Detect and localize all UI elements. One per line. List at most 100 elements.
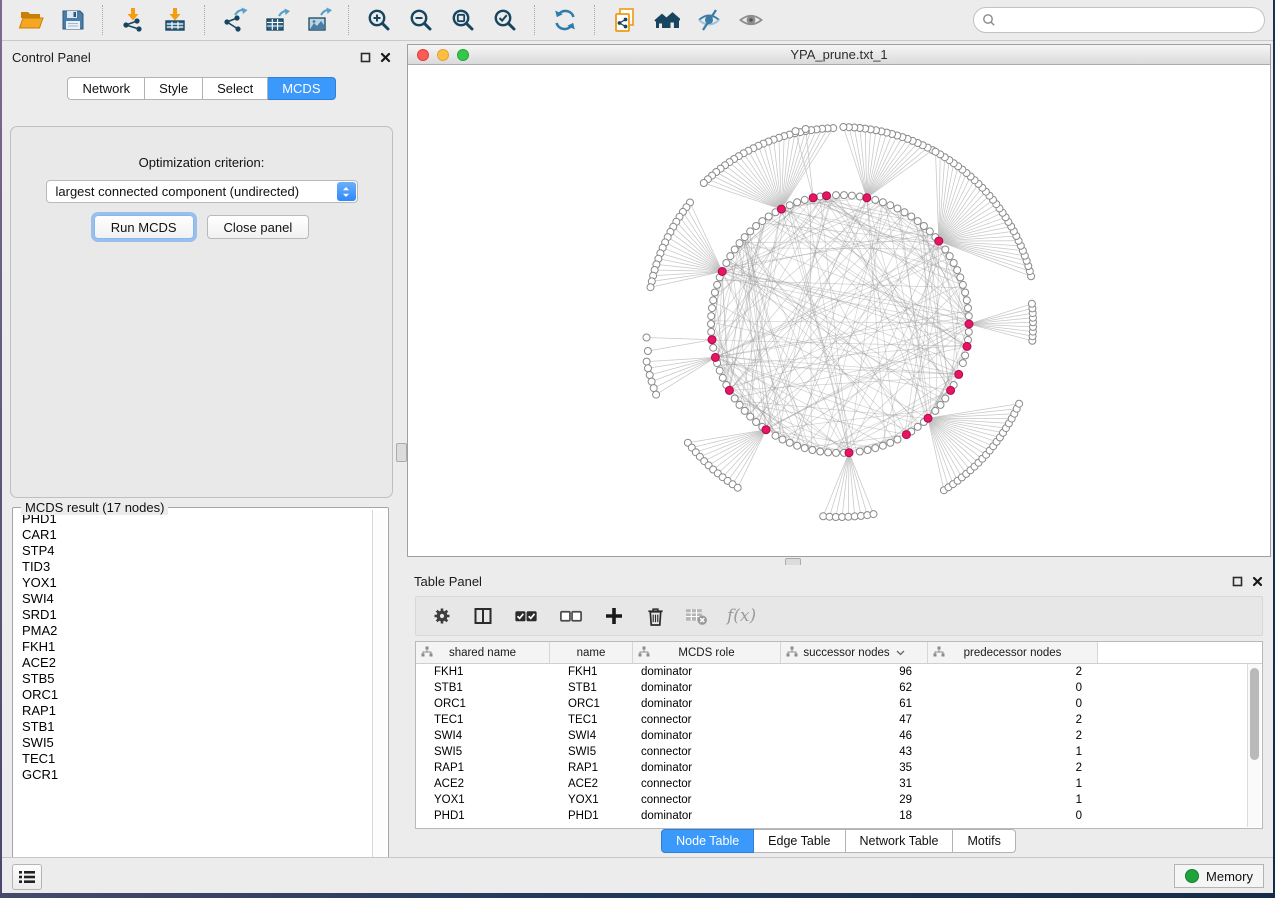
tab-select[interactable]: Select xyxy=(203,77,268,100)
tab-network-table[interactable]: Network Table xyxy=(846,829,954,853)
table-cell[interactable]: RAP1 xyxy=(416,760,550,776)
network-hub-node[interactable] xyxy=(935,237,943,245)
memory-button[interactable]: Memory xyxy=(1174,864,1264,888)
mcds-result-item[interactable]: YOX1 xyxy=(15,575,372,591)
task-history-button[interactable] xyxy=(12,864,42,890)
table-row[interactable]: SWI5SWI5connector431 xyxy=(416,744,1262,760)
table-row[interactable]: TEC1TEC1connector472 xyxy=(416,712,1262,728)
mcds-result-item[interactable]: CAR1 xyxy=(15,527,372,543)
home-view-icon[interactable] xyxy=(652,5,682,35)
network-node[interactable] xyxy=(645,365,652,372)
network-node[interactable] xyxy=(887,439,894,446)
network-hub-node[interactable] xyxy=(718,268,726,276)
table-cell[interactable]: PHD1 xyxy=(550,808,633,824)
table-row[interactable]: RAP1RAP1dominator352 xyxy=(416,760,1262,776)
network-hub-node[interactable] xyxy=(725,386,733,394)
export-table-icon[interactable] xyxy=(262,5,292,35)
network-hub-node[interactable] xyxy=(762,426,770,434)
network-node[interactable] xyxy=(747,413,754,420)
unselect-all-columns-icon[interactable] xyxy=(557,604,585,628)
splitter-grip[interactable] xyxy=(396,443,407,462)
table-cell[interactable]: 46 xyxy=(781,728,928,744)
network-hub-node[interactable] xyxy=(809,194,817,202)
mcds-result-item[interactable]: TEC1 xyxy=(15,751,372,767)
close-panel-icon[interactable] xyxy=(380,52,391,63)
mcds-result-item[interactable]: STB5 xyxy=(15,671,372,687)
show-all-eye-icon[interactable] xyxy=(736,5,766,35)
network-node[interactable] xyxy=(833,449,840,456)
table-row[interactable]: STB1STB1dominator620 xyxy=(416,680,1262,696)
network-node[interactable] xyxy=(957,274,964,281)
table-cell[interactable]: 1 xyxy=(928,792,1098,808)
search-input[interactable] xyxy=(996,13,1264,28)
network-node[interactable] xyxy=(809,447,816,454)
select-all-columns-icon[interactable] xyxy=(512,604,540,628)
mcds-result-item[interactable]: PMA2 xyxy=(15,623,372,639)
show-columns-icon[interactable] xyxy=(471,604,495,628)
network-node[interactable] xyxy=(840,124,847,131)
network-node[interactable] xyxy=(646,372,653,379)
network-node[interactable] xyxy=(709,305,716,312)
network-hub-node[interactable] xyxy=(924,414,932,422)
network-node[interactable] xyxy=(1028,300,1035,307)
close-panel-icon[interactable] xyxy=(1252,576,1263,587)
table-cell[interactable]: FKH1 xyxy=(416,664,550,680)
table-row[interactable]: SWI4SWI4dominator462 xyxy=(416,728,1262,744)
network-node[interactable] xyxy=(914,218,921,225)
network-node[interactable] xyxy=(727,253,734,260)
network-node[interactable] xyxy=(908,213,915,220)
zoom-fit-icon[interactable] xyxy=(448,5,478,35)
network-canvas[interactable] xyxy=(408,65,1270,557)
table-cell[interactable]: SWI4 xyxy=(416,728,550,744)
table-cell[interactable]: FKH1 xyxy=(550,664,633,680)
delete-column-icon[interactable] xyxy=(643,604,667,628)
table-cell[interactable]: 96 xyxy=(781,664,928,680)
column-header[interactable]: successor nodes xyxy=(781,642,928,663)
horizontal-splitter[interactable] xyxy=(407,557,1271,565)
network-hub-node[interactable] xyxy=(708,336,716,344)
table-cell[interactable]: 62 xyxy=(781,680,928,696)
table-row[interactable]: YOX1YOX1connector291 xyxy=(416,792,1262,808)
table-cell[interactable]: YOX1 xyxy=(416,792,550,808)
network-node[interactable] xyxy=(786,202,793,209)
network-node[interactable] xyxy=(937,401,944,408)
network-node[interactable] xyxy=(792,128,799,135)
network-node[interactable] xyxy=(644,348,651,355)
mcds-result-item[interactable]: STP4 xyxy=(15,543,372,559)
table-cell[interactable]: TEC1 xyxy=(416,712,550,728)
export-image-icon[interactable] xyxy=(304,5,334,35)
table-cell[interactable]: 35 xyxy=(781,760,928,776)
table-cell[interactable]: 29 xyxy=(781,792,928,808)
table-cell[interactable]: 47 xyxy=(781,712,928,728)
table-cell[interactable]: SWI5 xyxy=(550,744,633,760)
network-node[interactable] xyxy=(650,385,657,392)
network-node[interactable] xyxy=(711,289,718,296)
network-node[interactable] xyxy=(747,228,754,235)
network-node[interactable] xyxy=(648,378,655,385)
network-node[interactable] xyxy=(926,228,933,235)
tab-motifs[interactable]: Motifs xyxy=(953,829,1015,853)
network-node[interactable] xyxy=(1016,400,1023,407)
network-graph[interactable] xyxy=(408,65,1270,557)
network-node[interactable] xyxy=(772,432,779,439)
network-node[interactable] xyxy=(801,445,808,452)
network-node[interactable] xyxy=(731,395,738,402)
network-node[interactable] xyxy=(954,267,961,274)
table-cell[interactable]: dominator xyxy=(633,696,781,712)
table-cell[interactable]: 1 xyxy=(928,776,1098,792)
network-node[interactable] xyxy=(719,374,726,381)
table-row[interactable]: FKH1FKH1dominator962 xyxy=(416,664,1262,680)
refresh-view-icon[interactable] xyxy=(550,5,580,35)
network-hub-node[interactable] xyxy=(955,370,963,378)
table-cell[interactable]: SWI5 xyxy=(416,744,550,760)
open-session-icon[interactable] xyxy=(16,5,46,35)
table-cell[interactable]: ACE2 xyxy=(550,776,633,792)
network-node[interactable] xyxy=(731,246,738,253)
network-node[interactable] xyxy=(817,448,824,455)
mcds-result-item[interactable]: STB1 xyxy=(15,719,372,735)
network-node[interactable] xyxy=(942,246,949,253)
network-node[interactable] xyxy=(942,395,949,402)
save-session-icon[interactable] xyxy=(58,5,88,35)
table-cell[interactable]: 2 xyxy=(928,728,1098,744)
float-panel-icon[interactable] xyxy=(360,52,371,63)
